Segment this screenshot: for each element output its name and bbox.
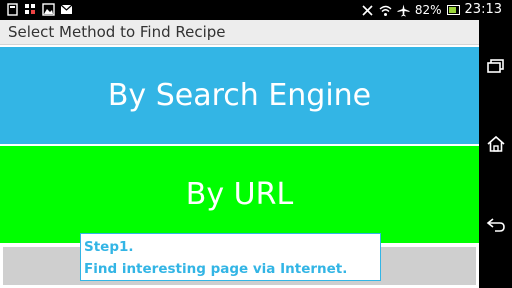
tooltip-step-text: Find interesting page via Internet. [84, 261, 348, 277]
tooltip-step-label: Step1. [84, 239, 134, 255]
battery-icon [446, 5, 460, 15]
navigation-bar [479, 20, 512, 288]
clock: 23:13 [464, 2, 502, 17]
notification-icon [7, 3, 18, 16]
wifi-icon [379, 5, 392, 16]
home-icon[interactable] [485, 133, 507, 155]
system-icons: 82% 23:13 [361, 1, 502, 19]
nfc-icon [362, 4, 373, 16]
bbm-icon [25, 4, 35, 14]
help-tooltip: Step1. Find interesting page via Interne… [80, 233, 381, 281]
page-title: Select Method to Find Recipe [0, 20, 479, 45]
url-button[interactable]: By URL [0, 146, 479, 243]
search-engine-button[interactable]: By Search Engine [0, 47, 479, 144]
app-window: Select Method to Find Recipe By Search E… [0, 20, 479, 288]
status-bar: 82% 23:13 [0, 0, 512, 20]
recent-apps-icon[interactable] [485, 56, 507, 78]
image-icon [42, 3, 55, 16]
notification-icons [6, 3, 73, 16]
back-icon[interactable] [485, 214, 507, 236]
airplane-icon [397, 4, 410, 16]
mail-icon [60, 4, 73, 14]
battery-percentage: 82% [414, 3, 442, 17]
